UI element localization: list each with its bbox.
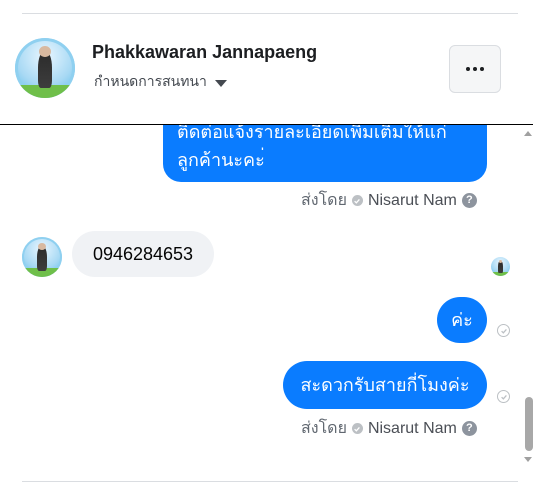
- scrollbar-thumb[interactable]: [525, 397, 533, 451]
- bottom-divider: [22, 481, 518, 482]
- help-icon[interactable]: ?: [461, 193, 477, 208]
- conversation-options[interactable]: กำหนดการสนทนา: [94, 71, 227, 93]
- outgoing-message[interactable]: สะดวกรับสายกี่โมงค่ะ: [283, 361, 487, 409]
- scroll-down-arrow-icon[interactable]: [524, 457, 532, 462]
- sent-by-prefix: ส่งโดย: [301, 420, 347, 437]
- thread-scrollbar[interactable]: [523, 125, 533, 483]
- outgoing-message[interactable]: ติดต่อแจ้งรายละเอียดเพิ่มเติมให้แก่ ลูกค…: [163, 125, 487, 182]
- scroll-up-arrow-icon[interactable]: [524, 131, 532, 136]
- sender-name[interactable]: Nisarut Nam: [368, 420, 457, 438]
- delivered-check-icon: [497, 390, 510, 403]
- help-icon[interactable]: ?: [461, 421, 477, 436]
- contact-name[interactable]: Phakkawaran Jannapaeng: [92, 42, 317, 63]
- seen-avatar: [491, 257, 510, 276]
- message-thread[interactable]: ติดต่อแจ้งรายละเอียดเพิ่มเติมให้แก่ ลูกค…: [0, 125, 533, 483]
- conversation-options-label: กำหนดการสนทนา: [94, 73, 207, 89]
- message-text-line: ติดต่อแจ้งรายละเอียดเพิ่มเติมให้แก่: [177, 125, 447, 142]
- verified-check-icon: [351, 423, 363, 434]
- sender-name[interactable]: Nisarut Nam: [368, 192, 457, 210]
- message-text-line: ลูกค้านะคะ่: [177, 150, 265, 170]
- outgoing-message[interactable]: ค่ะ: [437, 297, 487, 343]
- contact-avatar-small[interactable]: [22, 237, 62, 277]
- conversation-header: Phakkawaran Jannapaeng กำหนดการสนทนา: [0, 14, 533, 124]
- more-horizontal-icon: [466, 67, 484, 71]
- incoming-message[interactable]: 0946284653: [72, 231, 214, 277]
- verified-check-icon: [351, 195, 363, 206]
- contact-avatar[interactable]: [15, 38, 75, 98]
- caret-down-icon: [214, 79, 227, 87]
- sent-by-label: ส่งโดย Nisarut Nam ?: [301, 188, 477, 213]
- sent-by-prefix: ส่งโดย: [301, 192, 347, 209]
- more-options-button[interactable]: [449, 45, 501, 93]
- delivered-check-icon: [497, 324, 510, 337]
- sent-by-label: ส่งโดย Nisarut Nam ?: [301, 416, 477, 441]
